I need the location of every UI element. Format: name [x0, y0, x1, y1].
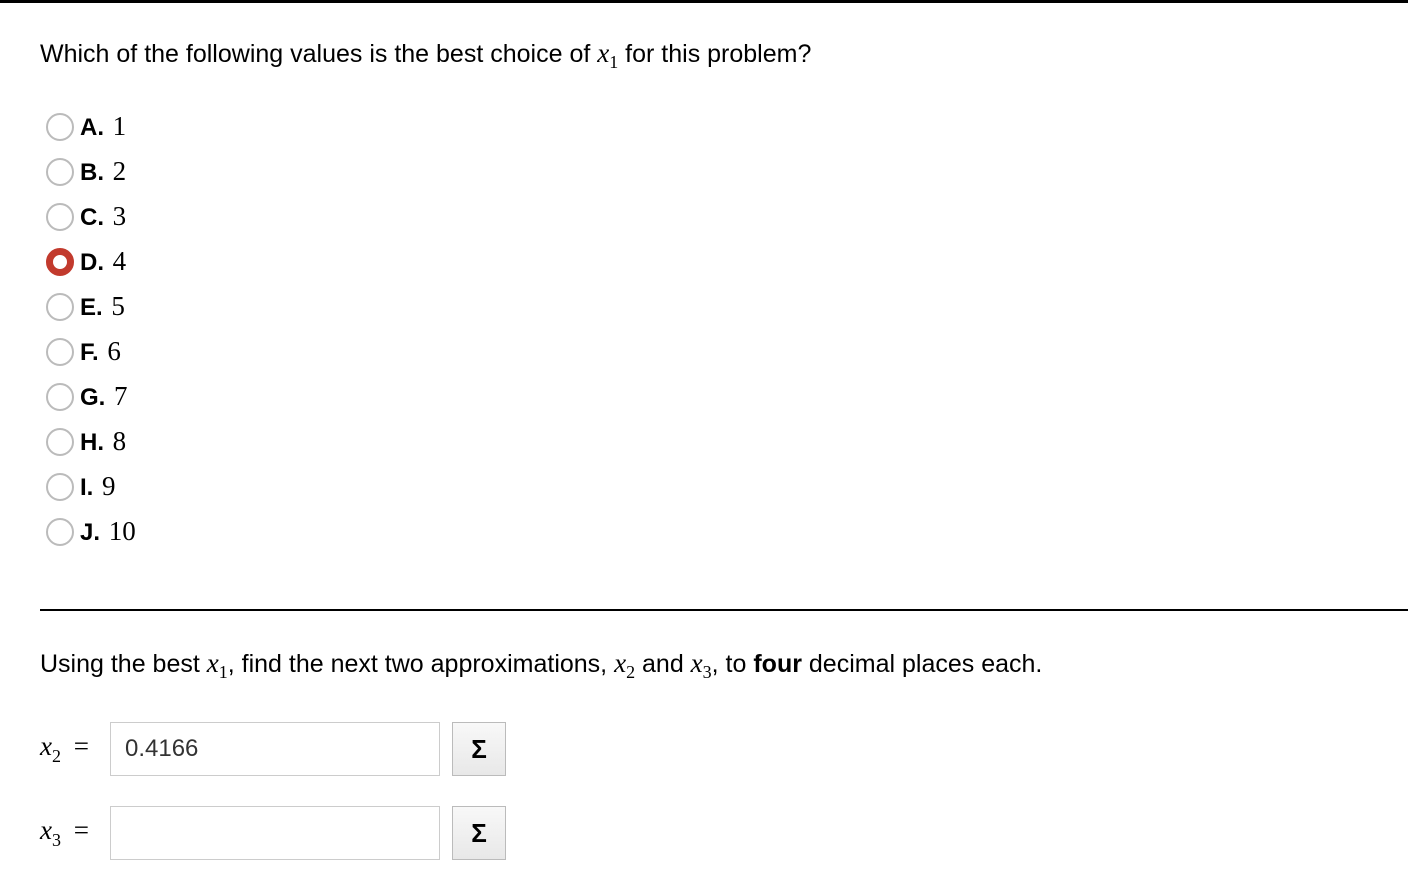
radio-c[interactable] — [46, 203, 74, 231]
x2-sub: 2 — [52, 746, 61, 766]
choice-i[interactable]: I. 9 — [46, 471, 1368, 502]
ins-p5: decimal places each. — [802, 650, 1042, 678]
choice-letter: I. — [80, 474, 93, 501]
ins-x2s: 2 — [626, 662, 635, 682]
choice-f[interactable]: F. 6 — [46, 336, 1368, 367]
q1-sub: 1 — [609, 52, 618, 72]
ins-p4: , to — [712, 650, 754, 678]
answer-row-x2: x2 = Σ — [40, 722, 1408, 776]
choice-b[interactable]: B. 2 — [46, 156, 1368, 187]
radio-a[interactable] — [46, 113, 74, 141]
choice-letter: F. — [80, 339, 99, 366]
ins-p3: and — [635, 650, 691, 678]
ins-x3v: x — [691, 648, 703, 678]
ins-x1s: 1 — [219, 662, 228, 682]
x3-eq: = — [74, 815, 89, 845]
x2-var: x — [40, 731, 52, 761]
choice-letter: H. — [80, 429, 104, 456]
choice-value: 6 — [107, 336, 121, 366]
ins-p2: , find the next two approximations, — [228, 650, 614, 678]
radio-b[interactable] — [46, 158, 74, 186]
choice-letter: C. — [80, 204, 104, 231]
q1-prefix: Which of the following values is the bes… — [40, 40, 597, 68]
x3-label: x3 = — [40, 815, 98, 850]
choice-letter: E. — [80, 294, 103, 321]
choice-value: 3 — [113, 201, 127, 231]
choice-value: 8 — [113, 426, 127, 456]
choice-e[interactable]: E. 5 — [46, 291, 1368, 322]
choice-letter: J. — [80, 519, 100, 546]
choice-letter: D. — [80, 249, 104, 276]
choice-letter: G. — [80, 384, 105, 411]
choice-j[interactable]: J. 10 — [46, 516, 1368, 547]
radio-j[interactable] — [46, 518, 74, 546]
choice-value: 10 — [109, 516, 136, 546]
choice-value: 9 — [102, 471, 116, 501]
choice-g[interactable]: G. 7 — [46, 381, 1368, 412]
ins-x3s: 3 — [703, 662, 712, 682]
choice-c[interactable]: C. 3 — [46, 201, 1368, 232]
radio-i[interactable] — [46, 473, 74, 501]
ins-bold: four — [753, 650, 802, 678]
question-section: Which of the following values is the bes… — [0, 3, 1408, 585]
answer-row-x3: x3 = Σ — [40, 806, 1408, 860]
q1-suffix: for this problem? — [618, 40, 811, 68]
choice-value: 7 — [114, 381, 128, 411]
choice-value: 1 — [113, 111, 127, 141]
choice-value: 2 — [113, 156, 127, 186]
x2-input[interactable] — [110, 722, 440, 776]
radio-d[interactable] — [46, 248, 74, 276]
radio-f[interactable] — [46, 338, 74, 366]
x2-label: x2 = — [40, 731, 98, 766]
x3-var: x — [40, 815, 52, 845]
sigma-button-x3[interactable]: Σ — [452, 806, 506, 860]
q1-var: x — [597, 38, 609, 68]
ins-x1v: x — [207, 648, 219, 678]
choice-a[interactable]: A. 1 — [46, 111, 1368, 142]
question-1-text: Which of the following values is the bes… — [40, 35, 1368, 75]
ins-x2v: x — [614, 648, 626, 678]
instruction-text: Using the best x1, find the next two app… — [40, 643, 1408, 686]
choice-h[interactable]: H. 8 — [46, 426, 1368, 457]
x2-eq: = — [74, 731, 89, 761]
radio-e[interactable] — [46, 293, 74, 321]
choice-value: 5 — [111, 291, 125, 321]
choice-value: 4 — [113, 246, 127, 276]
choices-list: A. 1B. 2C. 3D. 4E. 5F. 6G. 7H. 8I. 9J. 1… — [46, 111, 1368, 547]
mid-divider — [40, 609, 1408, 611]
choice-letter: A. — [80, 114, 104, 141]
sigma-button-x2[interactable]: Σ — [452, 722, 506, 776]
ins-p1: Using the best — [40, 650, 207, 678]
x3-input[interactable] — [110, 806, 440, 860]
x3-sub: 3 — [52, 830, 61, 850]
choice-letter: B. — [80, 159, 104, 186]
choice-d[interactable]: D. 4 — [46, 246, 1368, 277]
radio-h[interactable] — [46, 428, 74, 456]
radio-g[interactable] — [46, 383, 74, 411]
